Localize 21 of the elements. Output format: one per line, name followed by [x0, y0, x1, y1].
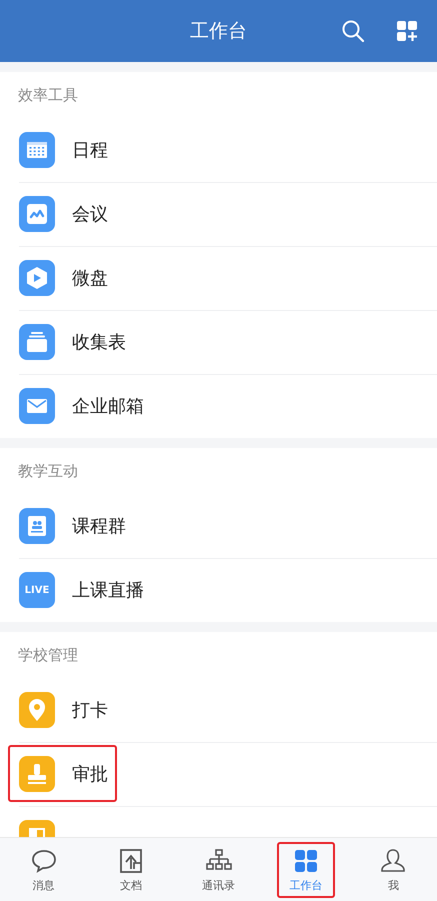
- live-badge-text: LIVE: [24, 584, 50, 598]
- app-item[interactable]: LIVE 上课直播: [0, 558, 437, 622]
- page-title: 工作台: [190, 19, 247, 44]
- app-item[interactable]: 课程群: [0, 494, 437, 558]
- app-item[interactable]: 审批: [0, 742, 437, 806]
- person-icon: [379, 846, 408, 874]
- nav-tab[interactable]: 通讯录: [174, 838, 262, 901]
- app-item[interactable]: 企业邮箱: [0, 374, 437, 438]
- section-title: 学校管理: [17, 645, 79, 666]
- app-item[interactable]: 收集表: [0, 310, 437, 374]
- search-icon[interactable]: [341, 19, 365, 43]
- nav-tab[interactable]: 我: [350, 838, 437, 901]
- section-title: 效率工具: [17, 85, 79, 106]
- add-app-icon[interactable]: [395, 19, 419, 43]
- app-item[interactable]: 微盘: [0, 246, 437, 310]
- nav-tab[interactable]: 文档: [87, 838, 175, 901]
- app-item[interactable]: 会议: [0, 182, 437, 246]
- section-title: 教学互动: [17, 461, 79, 482]
- nav-tab[interactable]: 消息: [0, 838, 88, 901]
- app-item[interactable]: 日程: [0, 118, 437, 182]
- app-item[interactable]: 打卡: [0, 678, 437, 742]
